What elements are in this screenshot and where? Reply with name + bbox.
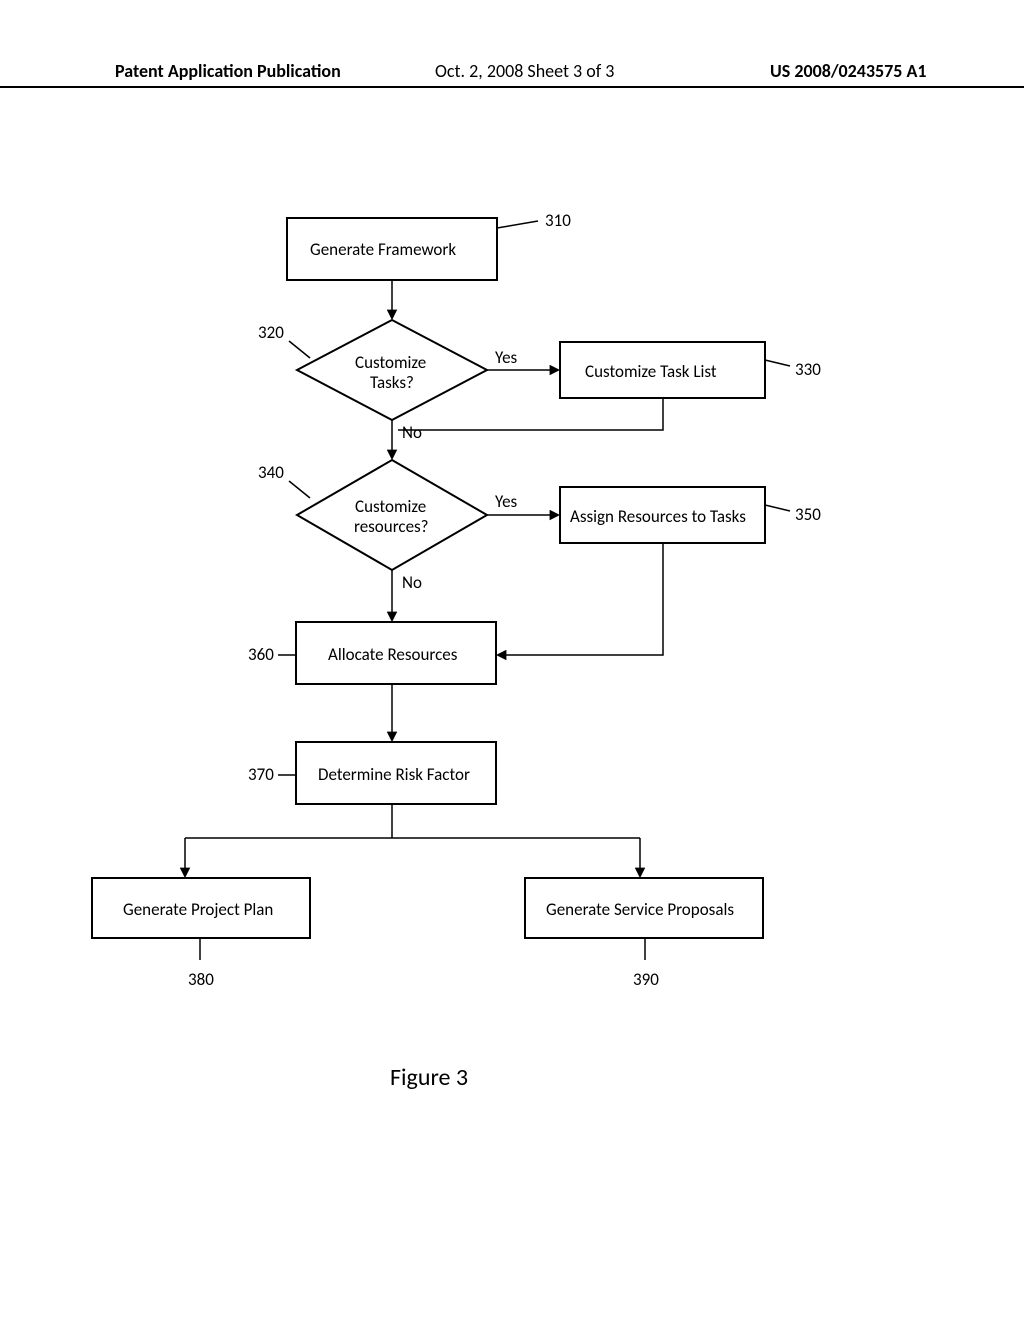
ref-340: 340 [258, 462, 284, 483]
text-generate-framework: Generate Framework [310, 239, 456, 260]
text-customize-resources-2: resources? [354, 516, 429, 537]
text-allocate-resources: Allocate Resources [328, 644, 458, 665]
ref-320: 320 [258, 322, 284, 343]
text-generate-project-plan: Generate Project Plan [123, 899, 273, 920]
text-customize-tasks-2: Tasks? [370, 372, 414, 393]
flowchart-svg: Generate Framework 310 Customize Tasks? … [0, 0, 1024, 1320]
text-generate-service-proposals: Generate Service Proposals [546, 899, 734, 920]
text-customize-resources-1: Customize [355, 496, 426, 517]
label-yes-1: Yes [495, 347, 518, 368]
ref-370: 370 [248, 764, 274, 785]
label-no-1: No [402, 422, 422, 443]
text-customize-tasks-1: Customize [355, 352, 426, 373]
ref-330: 330 [795, 359, 821, 380]
text-assign-resources: Assign Resources to Tasks [570, 506, 746, 527]
label-yes-2: Yes [495, 491, 518, 512]
ref-350: 350 [795, 504, 821, 525]
ref-380: 380 [188, 969, 214, 990]
ref-390: 390 [633, 969, 659, 990]
ref-310: 310 [545, 210, 571, 231]
text-determine-risk: Determine Risk Factor [318, 764, 470, 785]
text-customize-task-list: Customize Task List [585, 361, 717, 382]
label-no-2: No [402, 572, 422, 593]
ref-360: 360 [248, 644, 274, 665]
figure-label: Figure 3 [390, 1063, 468, 1092]
